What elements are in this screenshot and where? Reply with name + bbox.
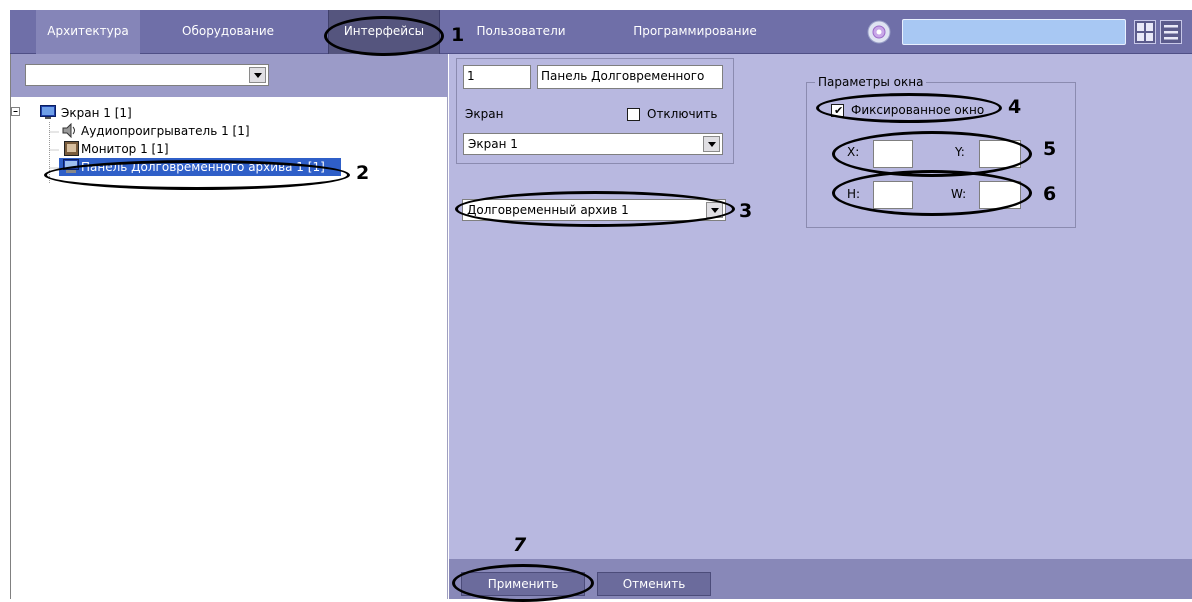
- settings-icon[interactable]: [866, 19, 892, 45]
- disable-checkbox[interactable]: [627, 108, 640, 121]
- chevron-down-icon[interactable]: [706, 202, 723, 218]
- tree-item-label: Монитор 1 [1]: [81, 142, 169, 156]
- layout-grid-icon[interactable]: [1134, 20, 1156, 44]
- window-params-group: Параметры окна ✔ Фиксированное окно X: Y…: [806, 75, 1076, 228]
- top-navigation-bar: Архитектура Оборудование Интерфейсы Поль…: [10, 10, 1192, 54]
- callout-number-6: 6: [1043, 183, 1057, 205]
- apply-button[interactable]: Применить: [461, 572, 585, 596]
- disable-label: Отключить: [647, 107, 718, 121]
- checkmark-icon: ✔: [834, 104, 844, 117]
- tab-interfaces[interactable]: Интерфейсы: [328, 10, 440, 54]
- fixed-window-checkbox[interactable]: ✔: [831, 104, 844, 117]
- archive-panel-icon: [63, 159, 79, 179]
- x-label: X:: [847, 145, 860, 159]
- tree-item-label: Аудиопроигрыватель 1 [1]: [81, 124, 250, 138]
- callout-number-7: 7: [513, 534, 527, 556]
- y-label: Y:: [955, 145, 965, 159]
- tree-item-audio-player[interactable]: Аудиопроигрыватель 1 [1]: [59, 122, 299, 140]
- object-tree-panel: Экран 1 [1] Аудиопроигрыватель 1 [1] Мон…: [10, 54, 448, 599]
- chevron-down-icon[interactable]: [703, 136, 720, 152]
- callout-number-4: 4: [1008, 96, 1022, 118]
- screen-label: Экран: [465, 107, 504, 121]
- tree-item-label: Экран 1 [1]: [61, 106, 132, 120]
- tree-item-screen[interactable]: Экран 1 [1]: [25, 104, 225, 122]
- window-params-title: Параметры окна: [815, 75, 927, 89]
- archive-select[interactable]: Долговременный архив 1: [462, 199, 726, 221]
- tab-programming[interactable]: Программирование: [620, 10, 770, 54]
- tab-architecture[interactable]: Архитектура: [36, 10, 140, 54]
- cancel-button[interactable]: Отменить: [597, 572, 711, 596]
- object-properties-group: 1 Панель Долговременного Экран Отключить…: [456, 58, 734, 164]
- object-name-field[interactable]: Панель Долговременного: [537, 65, 723, 89]
- w-label: W:: [951, 187, 967, 201]
- tree-item-archive-panel[interactable]: Панель Долговременного архива 1 [1]: [59, 158, 341, 176]
- tree-item-monitor[interactable]: Монитор 1 [1]: [59, 140, 259, 158]
- fixed-window-label: Фиксированное окно: [851, 103, 985, 117]
- tab-hardware[interactable]: Оборудование: [170, 10, 286, 54]
- callout-number-5: 5: [1043, 138, 1057, 160]
- x-input[interactable]: [873, 140, 913, 168]
- menu-list-icon[interactable]: [1160, 20, 1182, 44]
- search-input[interactable]: [902, 19, 1126, 45]
- h-label: H:: [847, 187, 861, 201]
- y-input[interactable]: [979, 140, 1021, 168]
- object-id-field[interactable]: 1: [463, 65, 531, 89]
- screen-select[interactable]: Экран 1: [463, 133, 723, 155]
- h-input[interactable]: [873, 181, 913, 209]
- chevron-down-icon[interactable]: [249, 67, 266, 83]
- callout-number-2: 2: [356, 162, 370, 184]
- tree-filter-select[interactable]: [25, 64, 269, 86]
- w-input[interactable]: [979, 181, 1021, 209]
- callout-number-1: 1: [451, 24, 465, 46]
- tab-users[interactable]: Пользователи: [470, 10, 572, 54]
- screen-icon: [40, 105, 56, 125]
- tree-item-label: Панель Долговременного архива 1 [1]: [81, 160, 325, 174]
- callout-number-3: 3: [739, 200, 753, 222]
